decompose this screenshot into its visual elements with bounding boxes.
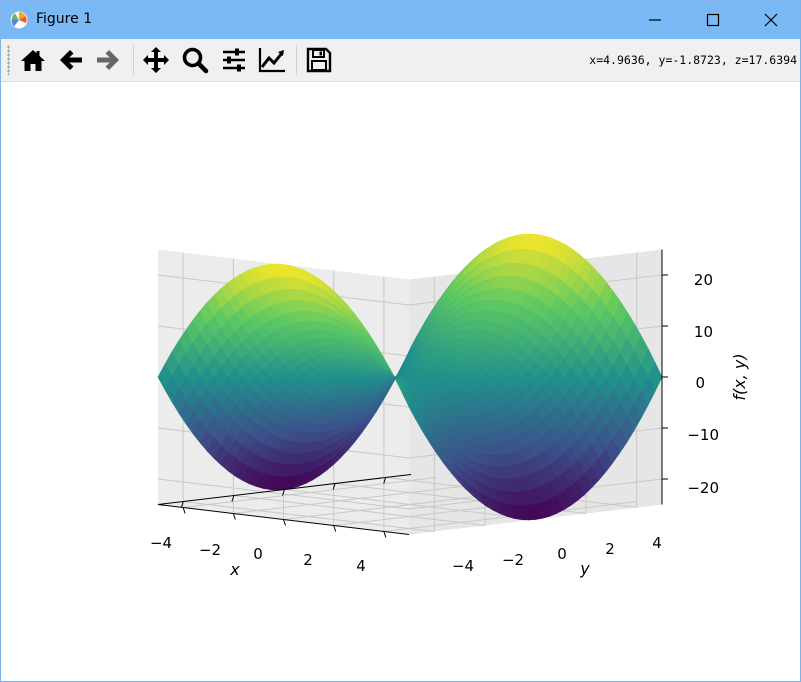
z-tick-label: −10	[687, 426, 719, 444]
close-button[interactable]	[742, 1, 800, 39]
toolbar-separator	[296, 45, 297, 75]
y-tick-mark	[232, 513, 236, 520]
home-icon	[21, 50, 45, 71]
z-axis-label: f(x, y)	[730, 353, 749, 400]
pan-button[interactable]	[140, 44, 172, 76]
y-tick-mark	[182, 507, 186, 514]
y-tick-mark	[333, 525, 337, 532]
y-tick-mark	[383, 531, 387, 538]
x-tick-label: 0	[253, 545, 263, 563]
forward-button[interactable]	[92, 44, 124, 76]
home-button[interactable]	[17, 44, 49, 76]
sliders-icon	[223, 48, 245, 72]
line-chart-icon	[258, 48, 285, 73]
edit-axes-button[interactable]	[256, 44, 288, 76]
navigation-toolbar: x=4.9636, y=-1.8723, z=17.6394	[1, 39, 800, 82]
arrow-left-icon	[60, 50, 82, 70]
y-tick-label: 2	[605, 540, 615, 558]
minimize-button[interactable]	[626, 1, 684, 39]
figure-canvas[interactable]: −4 −2 0 2 4 x −4 −2 0 2 4 y 20 10 0 −10 …	[1, 82, 800, 681]
x-tick-label: 4	[356, 557, 366, 575]
matplotlib-logo-icon	[10, 11, 28, 29]
y-tick-label: 0	[557, 545, 567, 563]
z-tick-label: −20	[687, 479, 719, 497]
x-tick-label: −2	[199, 541, 221, 559]
subplots-button[interactable]	[218, 44, 250, 76]
move-icon	[143, 47, 169, 73]
y-tick-label: −2	[502, 551, 524, 569]
z-tick-label: 20	[694, 271, 713, 289]
y-axis-label: y	[579, 559, 590, 578]
back-button[interactable]	[55, 44, 87, 76]
floppy-icon	[306, 47, 332, 73]
figure-window: Figure 1 x=4.9636, y=-1.8723, z=17.6394 …	[0, 0, 801, 682]
window-title: Figure 1	[36, 11, 93, 27]
close-icon	[764, 13, 778, 27]
arrow-right-icon	[97, 50, 119, 70]
zoom-button[interactable]	[179, 44, 211, 76]
save-button[interactable]	[303, 44, 335, 76]
maximize-icon	[706, 13, 720, 27]
x-tick-labels: −4 −2 0 2 4	[150, 534, 366, 575]
y-tick-labels: −4 −2 0 2 4	[452, 534, 662, 575]
title-bar[interactable]: Figure 1	[1, 1, 800, 39]
x-axis-label: x	[229, 560, 240, 579]
z-tick-labels: 20 10 0 −10 −20	[687, 271, 719, 497]
minimize-icon	[649, 19, 661, 21]
y-tick-mark	[283, 519, 286, 526]
toolbar-separator	[133, 45, 134, 75]
x-tick-label: −4	[150, 534, 172, 552]
magnifier-icon	[182, 47, 209, 74]
y-tick-label: 4	[652, 534, 662, 552]
surface-plot[interactable]: −4 −2 0 2 4 x −4 −2 0 2 4 y 20 10 0 −10 …	[1, 82, 800, 681]
toolbar-grip	[7, 45, 10, 75]
cursor-coordinates: x=4.9636, y=-1.8723, z=17.6394	[589, 53, 797, 67]
z-tick-label: 10	[694, 323, 713, 341]
x-tick-label: 2	[303, 551, 313, 569]
maximize-button[interactable]	[684, 1, 742, 39]
z-tick-label: 0	[695, 374, 705, 392]
y-tick-label: −4	[452, 557, 474, 575]
